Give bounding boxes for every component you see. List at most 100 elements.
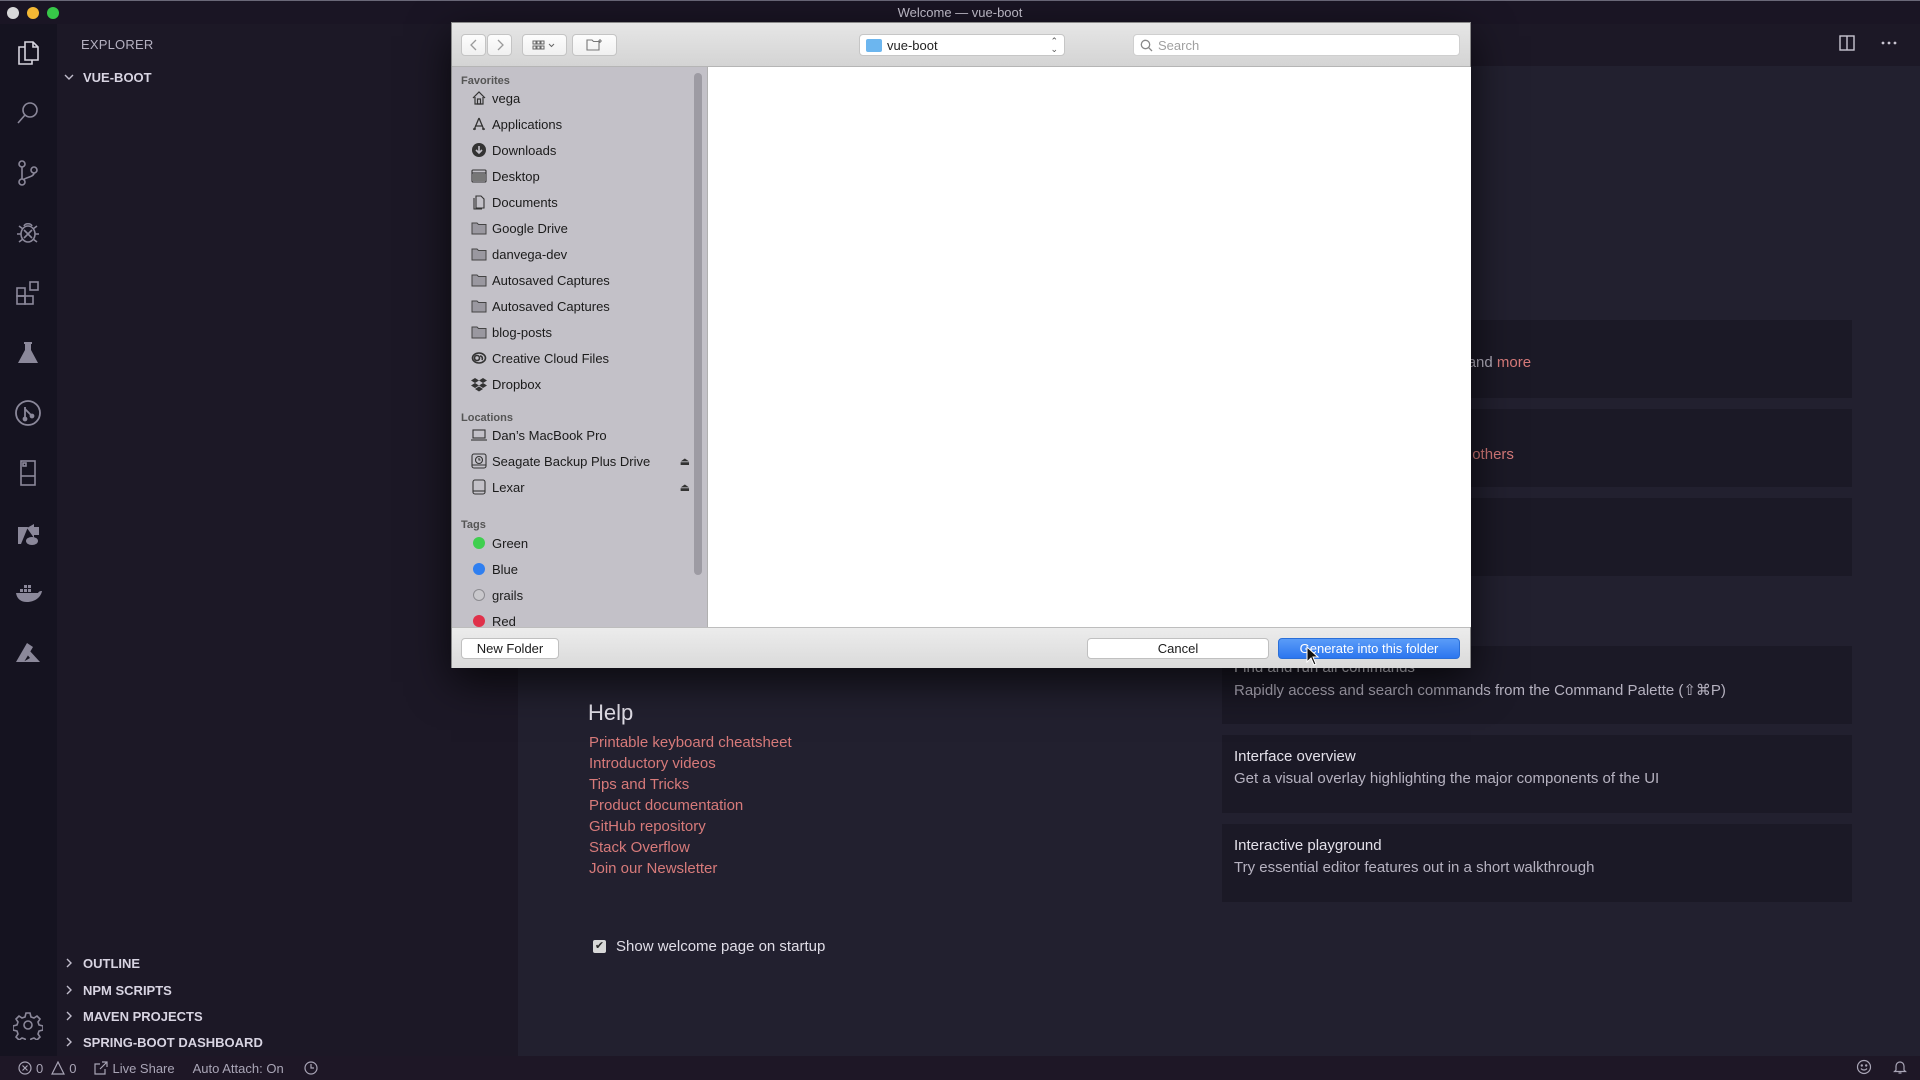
laptop-icon	[470, 426, 488, 444]
back-button[interactable]	[461, 34, 486, 56]
test-icon[interactable]	[13, 338, 43, 368]
new-folder-toolbar-button[interactable]	[572, 34, 617, 56]
search-field[interactable]: Search	[1133, 34, 1460, 56]
card-interactive-playground[interactable]: Interactive playground Try essential edi…	[1222, 824, 1852, 902]
warning-icon	[51, 1061, 66, 1075]
mouse-cursor-icon	[1306, 646, 1320, 666]
more-actions-icon[interactable]	[1878, 32, 1900, 54]
folder-icon	[470, 219, 488, 237]
help-link-github-repository[interactable]: GitHub repository	[589, 816, 792, 837]
favorite-item-documents[interactable]: Documents	[470, 191, 690, 213]
favorite-item-creative-cloud-files[interactable]: Creative Cloud Files	[470, 347, 690, 369]
popup-stepper-icon: ⌃ ⌄	[1050, 36, 1058, 54]
window-titlebar: Welcome — vue-boot	[0, 0, 1920, 24]
favorite-item-autosaved-captures-2[interactable]: Autosaved Captures	[470, 295, 690, 317]
new-folder-button[interactable]: New Folder	[461, 638, 559, 659]
tag-item-grails[interactable]: grails	[470, 584, 690, 606]
chevron-down-icon	[61, 69, 77, 85]
split-editor-icon[interactable]	[1836, 32, 1858, 54]
source-control-icon[interactable]	[13, 158, 43, 188]
help-link-introductory-videos[interactable]: Introductory videos	[589, 753, 792, 774]
creative-cloud-icon	[470, 349, 488, 367]
help-link-product-documentation[interactable]: Product documentation	[589, 795, 792, 816]
startup-checkbox[interactable]: ✔	[593, 940, 606, 953]
sidebar-section-maven-projects[interactable]: MAVEN PROJECTS	[61, 1008, 203, 1024]
favorite-item-google-drive[interactable]: Google Drive	[470, 217, 690, 239]
folder-icon	[470, 323, 488, 341]
time-machine-drive-icon	[470, 452, 488, 470]
bookmarks-icon[interactable]	[13, 458, 43, 488]
eject-icon[interactable]: ⏏	[680, 455, 690, 468]
help-link-newsletter[interactable]: Join our Newsletter	[589, 858, 792, 879]
favorite-label: vega	[492, 90, 521, 106]
favorite-item-applications[interactable]: Applications	[470, 113, 690, 135]
location-item-lexar[interactable]: Lexar ⏏	[470, 476, 690, 498]
external-drive-icon	[470, 478, 488, 496]
tag-label: Green	[492, 535, 529, 551]
help-link-keyboard-cheatsheet[interactable]: Printable keyboard cheatsheet	[589, 732, 792, 753]
root-folder-header[interactable]: VUE-BOOT	[61, 69, 152, 85]
favorite-item-danvega-dev[interactable]: danvega-dev	[470, 243, 690, 265]
forward-button[interactable]	[487, 34, 512, 56]
tag-item-red[interactable]: Red	[470, 610, 690, 627]
locations-header: Locations	[461, 412, 513, 424]
extensions-icon[interactable]	[13, 278, 43, 308]
favorite-label: danvega-dev	[492, 246, 568, 262]
favorite-item-desktop[interactable]: Desktop	[470, 165, 690, 187]
feedback-smiley-icon[interactable]	[1856, 1059, 1872, 1075]
tag-item-blue[interactable]: Blue	[470, 558, 690, 580]
sidebar-section-npm-scripts[interactable]: NPM SCRIPTS	[61, 982, 172, 998]
sidebar-section-label: OUTLINE	[83, 955, 141, 971]
folder-icon	[470, 245, 488, 263]
view-options-button[interactable]	[522, 34, 567, 56]
favorite-item-dropbox[interactable]: Dropbox	[470, 373, 690, 395]
tag-item-green[interactable]: Green	[470, 532, 690, 554]
debug-icon[interactable]	[13, 218, 43, 248]
favorite-item-autosaved-captures[interactable]: Autosaved Captures	[470, 269, 690, 291]
favorite-item-downloads[interactable]: Downloads	[470, 139, 690, 161]
location-item-macbook-pro[interactable]: Dan’s MacBook Pro	[470, 424, 690, 446]
location-item-seagate-backup[interactable]: Seagate Backup Plus Drive ⏏	[470, 450, 690, 472]
card-interface-overview[interactable]: Interface overview Get a visual overlay …	[1222, 735, 1852, 813]
location-label: Seagate Backup Plus Drive	[492, 453, 651, 469]
location-popup[interactable]: vue-boot ⌃ ⌄	[859, 34, 1065, 56]
sidebar-section-label: SPRING-BOOT DASHBOARD	[83, 1034, 263, 1050]
azure-icon[interactable]	[13, 638, 43, 668]
error-icon	[18, 1061, 32, 1075]
sidebar-scrollbar[interactable]	[694, 73, 702, 575]
auto-attach-label: Auto Attach: On	[192, 1060, 284, 1076]
root-folder-label: VUE-BOOT	[83, 69, 152, 85]
eject-icon[interactable]: ⏏	[680, 481, 690, 494]
link-more[interactable]: more	[1497, 354, 1531, 371]
file-browser-pane[interactable]	[707, 67, 1471, 627]
clock-status[interactable]	[304, 1061, 318, 1075]
notifications-bell-icon[interactable]	[1892, 1059, 1908, 1075]
auto-attach-status[interactable]: Auto Attach: On	[193, 1061, 284, 1076]
sidebar-section-outline[interactable]: OUTLINE	[61, 955, 140, 971]
live-share-icon[interactable]	[13, 518, 43, 548]
git-graph-icon[interactable]	[13, 398, 43, 428]
folder-icon	[470, 271, 488, 289]
docker-icon[interactable]	[13, 578, 43, 608]
help-link-stack-overflow[interactable]: Stack Overflow	[589, 837, 792, 858]
link-others[interactable]: others	[1472, 446, 1514, 463]
help-link-tips-and-tricks[interactable]: Tips and Tricks	[589, 774, 792, 795]
problems-indicator[interactable]: 0 0	[18, 1061, 76, 1076]
favorite-item-vega[interactable]: vega	[470, 87, 690, 109]
search-icon[interactable]	[13, 98, 43, 128]
help-links: Printable keyboard cheatsheet Introducto…	[589, 732, 792, 879]
favorite-item-blog-posts[interactable]: blog-posts	[470, 321, 690, 343]
settings-gear-icon[interactable]	[13, 1010, 43, 1040]
cancel-button[interactable]: Cancel	[1087, 638, 1269, 659]
live-share-status[interactable]: Live Share	[94, 1061, 175, 1076]
location-label: Dan’s MacBook Pro	[492, 427, 607, 443]
show-welcome-on-startup[interactable]: ✔ Show welcome page on startup	[593, 938, 825, 955]
card-title: Interactive playground	[1234, 837, 1382, 854]
favorite-label: Google Drive	[492, 220, 568, 236]
sidebar-section-spring-boot-dashboard[interactable]: SPRING-BOOT DASHBOARD	[61, 1034, 263, 1050]
new-folder-icon	[585, 39, 602, 51]
downloads-icon	[470, 141, 488, 159]
sidebar-title: EXPLORER	[81, 37, 154, 52]
explorer-icon[interactable]	[13, 38, 43, 68]
chevron-left-icon	[469, 39, 476, 51]
